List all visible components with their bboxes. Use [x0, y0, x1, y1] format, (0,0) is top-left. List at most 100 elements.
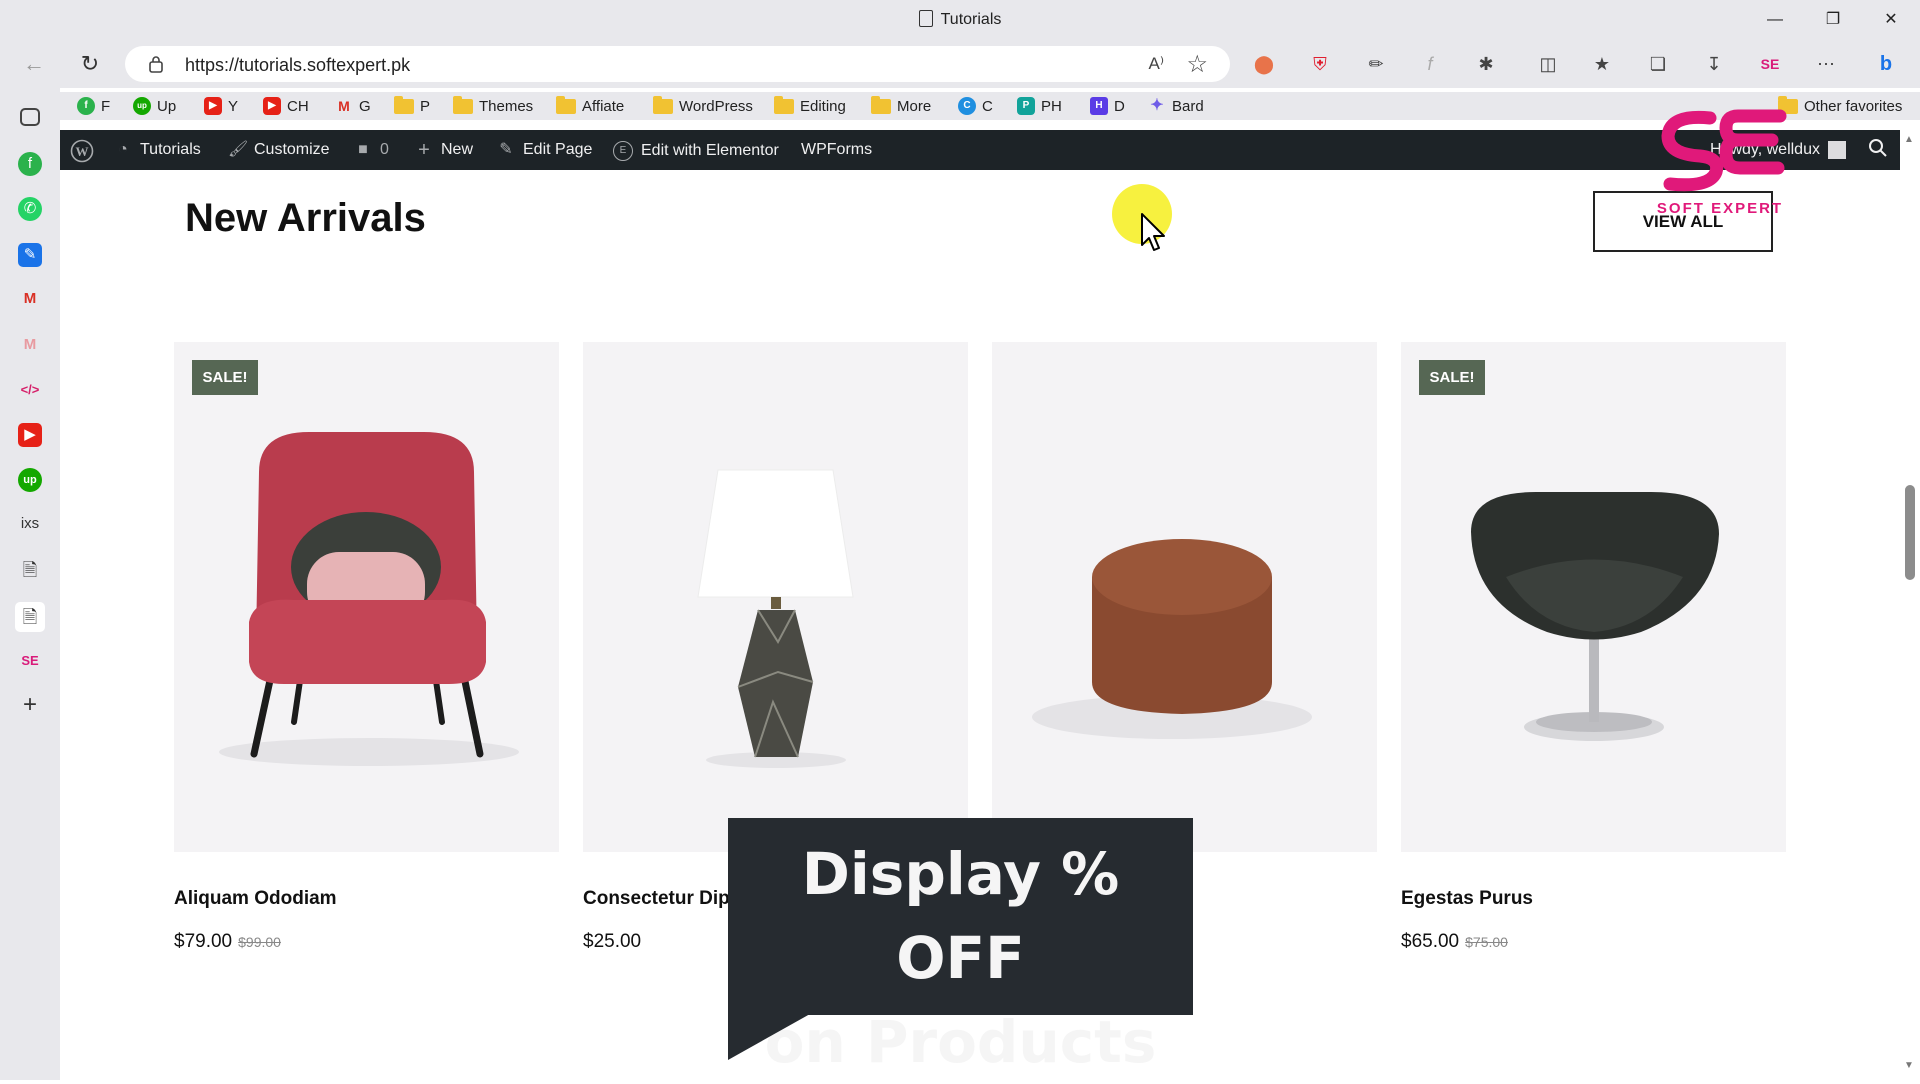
wp-site-menu[interactable]: ◔ Tutorials — [114, 141, 201, 159]
window-title-bar: Tutorials — ❐ ✕ — [0, 0, 1920, 40]
feedly-icon: f — [77, 97, 95, 115]
bookmark-other-favorites[interactable]: Other favorites — [1778, 95, 1902, 116]
read-aloud-icon[interactable]: A⁾ — [1148, 54, 1164, 74]
page-scrollbar[interactable]: ▲ ▼ — [1900, 130, 1920, 1080]
bookmark-bard[interactable]: ✦ Bard — [1148, 96, 1203, 116]
red-lounge-chair-image — [219, 432, 519, 766]
product-card-2[interactable] — [583, 342, 968, 852]
bookmark-wordpress[interactable]: WordPress — [653, 95, 753, 116]
bookmark-c[interactable]: CC — [958, 96, 993, 116]
bookmark-p[interactable]: P — [394, 95, 430, 116]
gmail-sidebar-icon-2[interactable]: M — [18, 333, 42, 357]
page-icon-active[interactable]: 🗎 — [15, 602, 45, 632]
url-text[interactable]: https://tutorials.softexpert.pk — [185, 55, 410, 76]
whatsapp-icon[interactable]: ✆ — [18, 197, 42, 221]
bookmarks-bar: fF up Up ▶ Y ▶ CH MG P Themes Affiate WordP… — [60, 92, 1920, 120]
collections-icon[interactable]: ❏ — [1644, 50, 1672, 78]
wp-wpforms[interactable]: WPForms — [801, 141, 872, 159]
youtube-sidebar-icon[interactable]: ▶ — [18, 423, 42, 447]
bookmark-d[interactable]: HD — [1090, 96, 1125, 116]
bookmark-more[interactable]: More — [871, 95, 931, 116]
comment-icon: ■ — [358, 141, 368, 158]
profile-icon[interactable]: SE — [1756, 50, 1784, 78]
extensions-icon[interactable]: ✱ — [1472, 50, 1500, 78]
bookmark-y[interactable]: ▶ Y — [204, 96, 238, 116]
product-name-4[interactable]: Egestas Purus — [1401, 888, 1533, 910]
restore-button[interactable]: ❐ — [1813, 6, 1853, 34]
folder-icon — [871, 95, 891, 114]
wp-customize[interactable]: 🖌 Customize — [228, 141, 330, 159]
page-icon[interactable]: 🗎 — [18, 558, 42, 582]
document-icon — [918, 10, 933, 27]
upwork-sidebar-icon[interactable]: up — [18, 468, 42, 492]
brown-ottoman-image — [1032, 539, 1312, 739]
eyedropper-icon[interactable]: ✏ — [1362, 50, 1390, 78]
watermark-text: SOFT EXPERT — [1656, 200, 1784, 217]
bookmark-up[interactable]: up Up — [133, 96, 176, 116]
gmail-icon: M — [338, 98, 350, 114]
softexpert-sidebar-icon[interactable]: SE — [18, 649, 42, 673]
favorites-icon[interactable]: ★ — [1588, 50, 1616, 78]
wp-search-button[interactable] — [1868, 138, 1888, 158]
bookmark-ch[interactable]: ▶ CH — [263, 96, 309, 116]
window-title: Tutorials — [0, 10, 1920, 29]
folder-icon — [774, 95, 794, 114]
svg-text:W: W — [76, 144, 89, 159]
dashboard-icon: ◔ — [118, 141, 128, 158]
product-name-1[interactable]: Aliquam Ododiam — [174, 888, 337, 910]
feedly-sidebar-icon[interactable]: f — [18, 152, 42, 176]
tab-actions-icon[interactable] — [20, 108, 40, 126]
scrollbar-thumb[interactable] — [1905, 485, 1915, 580]
bookmark-g[interactable]: MG — [335, 96, 371, 116]
ixs-icon[interactable]: ixs — [18, 512, 42, 536]
bookmark-ph[interactable]: P PH — [1017, 96, 1062, 116]
search-icon — [1869, 139, 1887, 157]
product-name-2[interactable]: Consectetur Dip — [583, 888, 730, 910]
black-swivel-chair-image — [1471, 492, 1719, 741]
table-lamp-image — [697, 469, 854, 768]
upwork-icon: up — [133, 97, 151, 115]
address-bar[interactable]: https://tutorials.softexpert.pk A⁾ ☆ — [125, 46, 1230, 82]
d-icon: H — [1090, 97, 1108, 115]
product-card-1[interactable]: SALE! — [174, 342, 559, 852]
back-button[interactable]: ← — [18, 48, 50, 80]
wp-edit-page[interactable]: ✎ Edit Page — [497, 141, 592, 159]
folder-icon — [653, 95, 673, 114]
product-price-2: $25.00 — [583, 931, 642, 952]
favorite-star-icon[interactable]: ☆ — [1186, 50, 1208, 79]
scroll-down-arrow-icon[interactable]: ▼ — [1904, 1060, 1914, 1071]
wp-logo-button[interactable]: W — [70, 139, 94, 163]
add-icon[interactable]: + — [18, 693, 42, 717]
close-window-button[interactable]: ✕ — [1871, 6, 1911, 34]
lock-icon — [149, 56, 163, 73]
minimize-button[interactable]: — — [1755, 6, 1795, 34]
youtube-icon: ▶ — [263, 97, 281, 115]
gmail-sidebar-icon[interactable]: M — [18, 287, 42, 311]
blue-app-icon[interactable]: ✎ — [18, 243, 42, 267]
function-icon[interactable]: f — [1416, 50, 1444, 78]
bookmark-affiate[interactable]: Affiate — [556, 95, 624, 116]
bookmark-themes[interactable]: Themes — [453, 95, 533, 116]
bookmark-f[interactable]: fF — [77, 96, 110, 116]
section-title: New Arrivals — [185, 196, 426, 240]
refresh-button[interactable]: ↻ — [74, 48, 106, 80]
shield-extension-icon[interactable]: ⛨ — [1306, 50, 1334, 78]
product-card-3[interactable] — [992, 342, 1377, 852]
wp-admin-bar: W ◔ Tutorials 🖌 Customize ■ 0 + New ✎ Edit Pa… — [60, 130, 1900, 170]
product-price-1: $79.00 $99.00 — [174, 931, 281, 952]
canva-icon: C — [958, 97, 976, 115]
code-icon[interactable]: </> — [18, 378, 42, 402]
wp-new[interactable]: + New — [415, 140, 473, 160]
download-icon[interactable]: ↧ — [1700, 50, 1728, 78]
soft-expert-logo-icon — [1661, 109, 1787, 192]
product-card-4[interactable]: SALE! — [1401, 342, 1786, 852]
browser-sidebar: f ✆ ✎ M M </> ▶ up ixs 🗎 🗎 SE + — [0, 88, 60, 1080]
bing-chat-icon[interactable]: b — [1872, 50, 1900, 78]
scroll-up-arrow-icon[interactable]: ▲ — [1904, 134, 1914, 145]
wp-comments[interactable]: ■ 0 — [354, 141, 389, 159]
extension-icon[interactable]: ⬤ — [1250, 50, 1278, 78]
more-menu-icon[interactable]: ⋯ — [1812, 50, 1840, 78]
split-screen-icon[interactable]: ◫ — [1534, 50, 1562, 78]
bookmark-editing[interactable]: Editing — [774, 95, 846, 116]
wp-edit-elementor[interactable]: E Edit with Elementor — [613, 141, 779, 161]
